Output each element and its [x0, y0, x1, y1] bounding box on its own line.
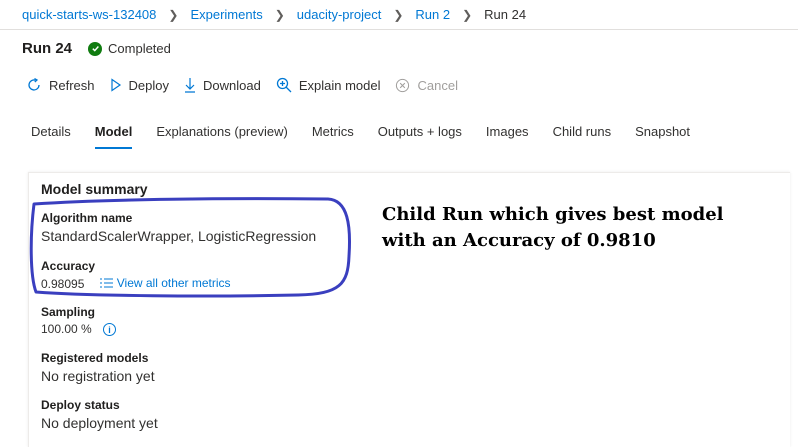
chevron-right-icon: ❯ [393, 7, 404, 22]
sampling-field: Sampling 100.00 % i [41, 305, 117, 337]
search-plus-icon [276, 77, 292, 93]
cancel-button[interactable]: Cancel [395, 77, 458, 93]
sampling-value: 100.00 % [41, 322, 92, 336]
refresh-icon [28, 77, 40, 91]
check-circle-icon [88, 41, 103, 56]
tab-metrics[interactable]: Metrics [312, 124, 354, 149]
download-button[interactable]: Download [184, 77, 261, 93]
tab-snapshot[interactable]: Snapshot [635, 124, 690, 149]
tab-outputs-logs[interactable]: Outputs + logs [378, 124, 462, 149]
refresh-button[interactable]: Refresh [26, 77, 95, 93]
toolbar: Refresh Deploy Download Explain model Ca… [26, 77, 473, 93]
explain-model-button[interactable]: Explain model [276, 77, 381, 93]
title-row: Run 24 Completed [22, 40, 171, 57]
annotation-highlight-loop [29, 197, 351, 298]
deploy-label: Deploy [128, 77, 169, 93]
breadcrumb-current: Run 24 [484, 7, 527, 22]
tab-details[interactable]: Details [31, 124, 71, 149]
sampling-row: 100.00 % i [41, 322, 117, 337]
breadcrumb-experiments[interactable]: Experiments [190, 7, 262, 22]
annotation-line-2: with an Accuracy of 0.9810 [382, 230, 656, 251]
tab-child-runs[interactable]: Child runs [553, 124, 612, 149]
registered-models-value: No registration yet [41, 368, 155, 384]
deploy-status-label: Deploy status [41, 398, 120, 412]
chevron-right-icon: ❯ [462, 7, 473, 22]
page-title: Run 24 [22, 40, 73, 57]
chevron-right-icon: ❯ [168, 7, 179, 22]
status-text: Completed [108, 41, 171, 56]
info-icon[interactable]: i [103, 323, 117, 337]
play-icon [110, 78, 121, 92]
download-label: Download [203, 77, 261, 93]
sampling-label: Sampling [41, 305, 96, 319]
tab-images[interactable]: Images [486, 124, 529, 149]
cancel-circle-icon [396, 78, 410, 92]
annotation-line-1: Child Run which gives best model [382, 204, 724, 225]
tab-bar: Details Model Explanations (preview) Met… [31, 124, 714, 149]
status-badge: Completed [88, 41, 171, 56]
deploy-status-field: Deploy status No deployment yet [41, 398, 158, 431]
breadcrumb-experiment[interactable]: udacity-project [297, 7, 382, 22]
tab-explanations[interactable]: Explanations (preview) [156, 124, 288, 149]
deploy-status-value: No deployment yet [41, 415, 158, 431]
refresh-label: Refresh [49, 77, 95, 93]
chevron-right-icon: ❯ [274, 7, 285, 22]
explain-model-label: Explain model [298, 77, 381, 93]
registered-models-field: Registered models No registration yet [41, 351, 155, 384]
breadcrumb-parent-run[interactable]: Run 2 [415, 7, 450, 22]
card-title: Model summary [41, 181, 148, 197]
download-icon [185, 78, 195, 93]
tab-model[interactable]: Model [94, 124, 132, 149]
breadcrumb-workspace[interactable]: quick-starts-ws-132408 [22, 7, 156, 22]
annotation-note: Child Run which gives best model with an… [382, 202, 792, 254]
cancel-label: Cancel [417, 77, 458, 93]
registered-models-label: Registered models [41, 351, 149, 365]
breadcrumb: quick-starts-ws-132408 ❯ Experiments ❯ u… [0, 0, 798, 30]
deploy-button[interactable]: Deploy [110, 78, 169, 93]
